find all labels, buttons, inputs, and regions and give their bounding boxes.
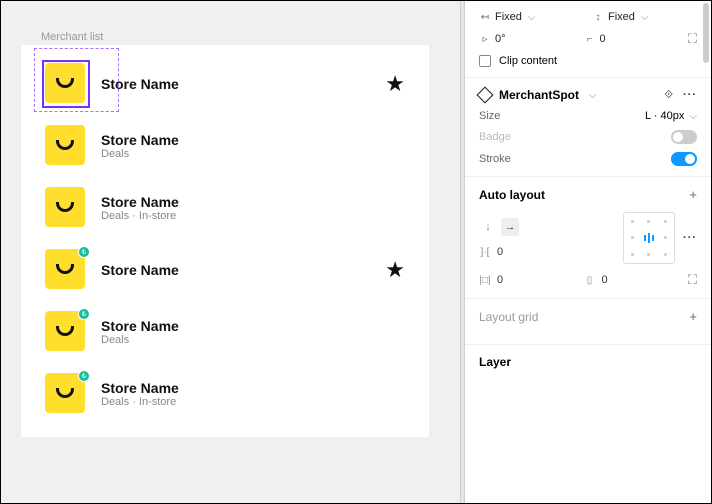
store-subtitle: Deals · In-store bbox=[101, 210, 405, 222]
alignment-center-icon bbox=[642, 233, 656, 243]
favorite-star-icon[interactable]: ★ bbox=[385, 257, 405, 283]
component-icon bbox=[477, 87, 494, 104]
clip-content-label: Clip content bbox=[499, 55, 557, 67]
chevron-down-icon bbox=[687, 110, 697, 122]
merchant-row[interactable]: Store Name Deals bbox=[21, 115, 429, 177]
clip-content-checkbox[interactable] bbox=[479, 55, 491, 67]
merchant-row[interactable]: Store Name ★ bbox=[21, 53, 429, 115]
merchant-row[interactable]: Store Name Deals bbox=[21, 301, 429, 363]
corner-radius-icon: ⌐ bbox=[583, 33, 595, 45]
badge-icon bbox=[78, 308, 90, 320]
direction-vertical-button[interactable]: ↓ bbox=[479, 218, 497, 236]
merchant-row[interactable]: Store Name Deals · In-store bbox=[21, 177, 429, 239]
layer-section: Layer bbox=[465, 345, 711, 379]
direction-horizontal-button[interactable]: → bbox=[501, 218, 519, 236]
v-constraint-value: Fixed bbox=[608, 11, 635, 23]
badge-icon bbox=[78, 246, 90, 258]
spacing-icon: ]·[ bbox=[479, 246, 491, 258]
padding-vertical-field[interactable]: ▯ 0 bbox=[583, 274, 679, 286]
horizontal-resize-icon: ↤ bbox=[479, 11, 491, 23]
merchant-info: Store Name bbox=[101, 76, 371, 92]
merchant-row[interactable]: Store Name Deals · In-store bbox=[21, 363, 429, 425]
layer-title: Layer bbox=[479, 355, 511, 369]
badge-toggle[interactable] bbox=[671, 130, 697, 144]
badge-icon bbox=[78, 370, 90, 382]
design-canvas[interactable]: Merchant list Store Name ★ Store Name De… bbox=[1, 1, 460, 503]
auto-layout-section: Auto layout + ↓ → ]·[ 0 bbox=[465, 177, 711, 299]
horizontal-constraint-dropdown[interactable]: ↤ Fixed bbox=[479, 11, 584, 23]
corner-radius-field[interactable]: ⌐ 0 bbox=[583, 33, 679, 45]
corner-radius-value: 0 bbox=[599, 33, 605, 45]
store-subtitle: Deals bbox=[101, 334, 405, 346]
padding-h-value: 0 bbox=[497, 274, 503, 286]
layout-grid-title: Layout grid bbox=[479, 310, 538, 324]
add-auto-layout-icon[interactable]: + bbox=[689, 187, 697, 202]
independent-corners-icon[interactable]: ⛶ bbox=[688, 31, 697, 47]
chevron-down-icon bbox=[639, 11, 649, 23]
auto-layout-title: Auto layout bbox=[479, 188, 545, 202]
stroke-prop-label: Stroke bbox=[479, 153, 663, 165]
padding-v-icon: ▯ bbox=[583, 274, 595, 286]
app-root: Merchant list Store Name ★ Store Name De… bbox=[0, 0, 712, 504]
vertical-resize-icon: ↕ bbox=[592, 11, 604, 23]
merchant-list-frame[interactable]: Store Name ★ Store Name Deals Store Name… bbox=[21, 45, 429, 437]
store-name: Store Name bbox=[101, 76, 371, 92]
store-name: Store Name bbox=[101, 132, 405, 148]
size-prop-label: Size bbox=[479, 110, 637, 122]
size-value: L · 40px bbox=[645, 110, 684, 122]
clip-content-row[interactable]: Clip content bbox=[479, 55, 697, 67]
alignment-grid[interactable] bbox=[623, 212, 675, 264]
auto-layout-more-icon[interactable]: ··· bbox=[683, 232, 697, 244]
padding-horizontal-field[interactable]: |□| 0 bbox=[479, 274, 575, 286]
store-name: Store Name bbox=[101, 194, 405, 210]
add-layout-grid-icon[interactable]: + bbox=[689, 309, 697, 324]
merchant-logo bbox=[45, 63, 85, 103]
store-name: Store Name bbox=[101, 262, 371, 278]
store-name: Store Name bbox=[101, 318, 405, 334]
badge-prop-label: Badge bbox=[479, 131, 663, 143]
layout-grid-section: Layout grid + bbox=[465, 299, 711, 345]
store-name: Store Name bbox=[101, 380, 405, 396]
store-subtitle: Deals bbox=[101, 148, 405, 160]
independent-padding-icon[interactable]: ⛶ bbox=[688, 272, 697, 288]
constraints-section: ↤ Fixed ↕ Fixed ▹ 0° ⌐ 0 bbox=[465, 1, 711, 78]
h-constraint-value: Fixed bbox=[495, 11, 522, 23]
component-section: MerchantSpot ⟐ ··· Size L · 40px Badge S… bbox=[465, 78, 711, 177]
go-to-main-icon[interactable]: ⟐ bbox=[664, 89, 673, 102]
rotation-value: 0° bbox=[495, 33, 506, 45]
merchant-spot[interactable] bbox=[45, 63, 87, 105]
merchant-row[interactable]: Store Name ★ bbox=[21, 239, 429, 301]
size-prop-dropdown[interactable]: L · 40px bbox=[645, 110, 697, 122]
favorite-star-icon[interactable]: ★ bbox=[385, 71, 405, 97]
more-options-icon[interactable]: ··· bbox=[683, 89, 697, 101]
inspector-panel: ↤ Fixed ↕ Fixed ▹ 0° ⌐ 0 bbox=[465, 1, 711, 503]
stroke-toggle[interactable] bbox=[671, 152, 697, 166]
rotation-field[interactable]: ▹ 0° bbox=[479, 33, 575, 45]
chevron-down-icon bbox=[526, 11, 536, 23]
scrollbar[interactable] bbox=[703, 3, 709, 63]
component-name-dropdown[interactable]: MerchantSpot bbox=[499, 88, 579, 102]
store-subtitle: Deals · In-store bbox=[101, 396, 405, 408]
frame-label[interactable]: Merchant list bbox=[41, 31, 450, 43]
padding-h-icon: |□| bbox=[479, 274, 491, 286]
padding-v-value: 0 bbox=[601, 274, 607, 286]
chevron-down-icon bbox=[587, 89, 597, 101]
spacing-value: 0 bbox=[497, 246, 503, 258]
spacing-field[interactable]: ]·[ 0 bbox=[479, 246, 615, 258]
angle-icon: ▹ bbox=[479, 33, 491, 45]
vertical-constraint-dropdown[interactable]: ↕ Fixed bbox=[592, 11, 697, 23]
